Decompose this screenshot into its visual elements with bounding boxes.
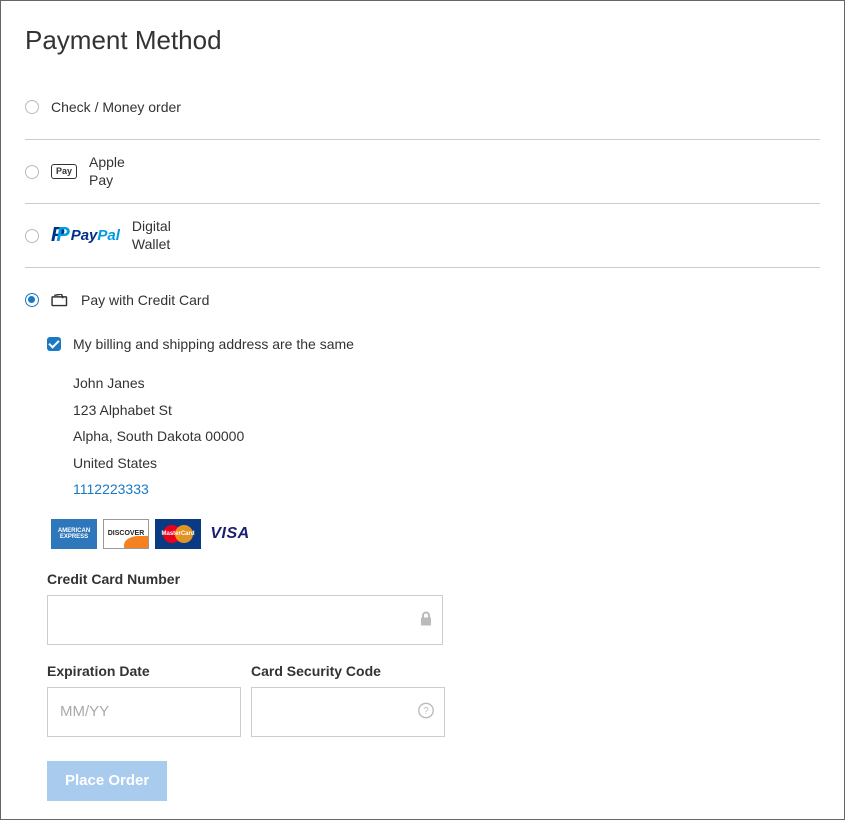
mastercard-icon: MasterCard bbox=[155, 519, 201, 549]
address-country: United States bbox=[73, 450, 820, 477]
method-label-applepay: Apple Pay bbox=[89, 154, 125, 189]
page-title: Payment Method bbox=[25, 25, 820, 56]
visa-icon: VISA bbox=[207, 519, 253, 549]
lock-icon bbox=[419, 610, 433, 629]
csc-label: Card Security Code bbox=[251, 663, 445, 679]
svg-text:?: ? bbox=[423, 706, 429, 717]
exp-group: Expiration Date bbox=[47, 663, 241, 737]
method-row-digital-wallet[interactable]: PP PayPal Digital Wallet bbox=[25, 204, 820, 268]
exp-label: Expiration Date bbox=[47, 663, 241, 679]
same-address-label: My billing and shipping address are the … bbox=[73, 336, 354, 352]
checkbox-same-address[interactable] bbox=[47, 337, 61, 351]
same-address-row[interactable]: My billing and shipping address are the … bbox=[47, 336, 820, 352]
method-row-applepay[interactable]: Pay Apple Pay bbox=[25, 140, 820, 204]
credit-card-expanded-section: My billing and shipping address are the … bbox=[25, 324, 820, 801]
method-label-check: Check / Money order bbox=[51, 99, 181, 115]
csc-input[interactable] bbox=[251, 687, 445, 737]
cc-number-input[interactable] bbox=[47, 595, 443, 645]
help-icon[interactable]: ? bbox=[417, 701, 435, 722]
paypal-icon: PP PayPal bbox=[51, 224, 120, 247]
radio-digital-wallet[interactable] bbox=[25, 229, 39, 243]
cc-number-label: Credit Card Number bbox=[47, 571, 820, 587]
radio-check-money-order[interactable] bbox=[25, 100, 39, 114]
method-label-credit-card: Pay with Credit Card bbox=[81, 292, 209, 308]
method-label-digital-wallet: Digital Wallet bbox=[132, 218, 171, 253]
csc-group: Card Security Code ? bbox=[251, 663, 445, 737]
address-street: 123 Alphabet St bbox=[73, 397, 820, 424]
place-order-button[interactable]: Place Order bbox=[47, 761, 167, 801]
address-city-line: Alpha, South Dakota 00000 bbox=[73, 423, 820, 450]
amex-icon: AMERICAN EXPRESS bbox=[51, 519, 97, 549]
card-brand-logos: AMERICAN EXPRESS DISCOVER MasterCard VIS… bbox=[47, 519, 820, 549]
radio-credit-card[interactable] bbox=[25, 293, 39, 307]
exp-csc-row: Expiration Date Card Security Code ? bbox=[47, 663, 820, 755]
exp-input[interactable] bbox=[47, 687, 241, 737]
address-phone: 1112223333 bbox=[73, 476, 820, 503]
credit-card-icon bbox=[51, 294, 69, 307]
method-row-check[interactable]: Check / Money order bbox=[25, 84, 820, 140]
billing-address-block: John Janes 123 Alphabet St Alpha, South … bbox=[47, 370, 820, 503]
method-row-credit-card[interactable]: Pay with Credit Card bbox=[25, 268, 820, 324]
discover-icon: DISCOVER bbox=[103, 519, 149, 549]
cc-number-group: Credit Card Number bbox=[47, 571, 820, 645]
address-name: John Janes bbox=[73, 370, 820, 397]
radio-applepay[interactable] bbox=[25, 165, 39, 179]
applepay-badge-icon: Pay bbox=[51, 164, 77, 179]
payment-method-panel: Payment Method Check / Money order Pay A… bbox=[0, 0, 845, 820]
